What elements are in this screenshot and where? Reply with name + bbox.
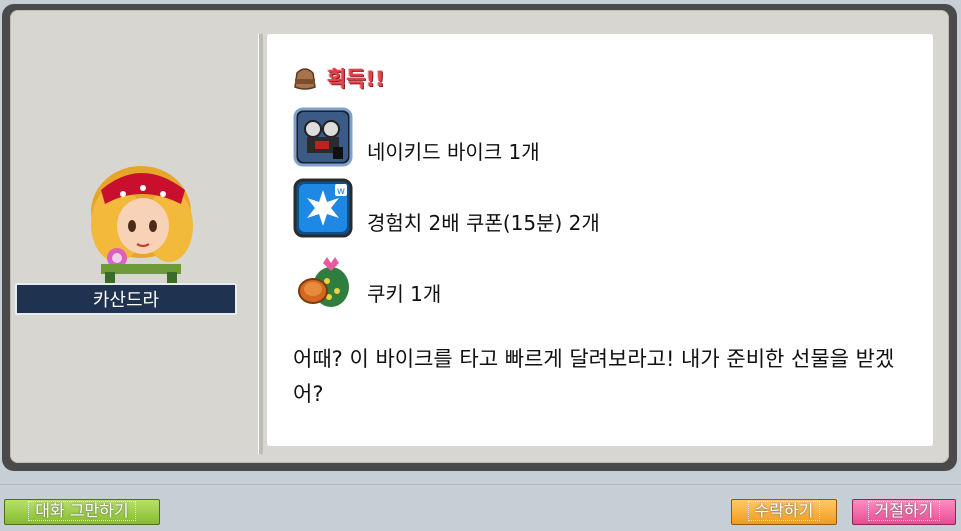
decline-button[interactable]: 거절하기 xyxy=(852,499,956,525)
reward-item-label: 네이키드 바이크 1개 xyxy=(367,140,540,164)
npc-name-plate: 카산드라 xyxy=(15,283,237,315)
svg-text:w: w xyxy=(337,186,345,197)
end-chat-button[interactable]: 대화 그만하기 xyxy=(4,499,160,525)
bag-icon xyxy=(294,68,316,90)
end-chat-label: 대화 그만하기 xyxy=(28,501,136,521)
reward-item-label: 쿠키 1개 xyxy=(367,282,442,306)
reward-header: 획득!! xyxy=(291,63,385,93)
accept-button[interactable]: 수락하기 xyxy=(731,499,837,525)
cookie-bag-icon xyxy=(298,257,349,307)
reward-item-exp-coupon: w 경험치 2배 쿠폰(15분) 2개 xyxy=(293,178,600,238)
decline-label: 거절하기 xyxy=(867,501,941,521)
naked-bike-icon xyxy=(293,107,353,167)
reward-item-bike: 네이키드 바이크 1개 xyxy=(293,107,540,167)
accept-label: 수락하기 xyxy=(747,501,821,521)
npc-dialog-text: 어때? 이 바이크를 타고 빠르게 달려보라고! 내가 준비한 선물을 받겠어? xyxy=(293,347,895,406)
panel-divider xyxy=(258,34,263,454)
exp-coupon-icon: w xyxy=(293,178,353,238)
npc-portrait-icon xyxy=(91,166,193,284)
reward-item-label: 경험치 2배 쿠폰(15분) 2개 xyxy=(367,211,600,235)
bottom-bar-divider xyxy=(0,484,961,485)
reward-item-cookie: 쿠키 1개 xyxy=(293,249,441,309)
reward-title: 획득!! xyxy=(327,67,385,91)
